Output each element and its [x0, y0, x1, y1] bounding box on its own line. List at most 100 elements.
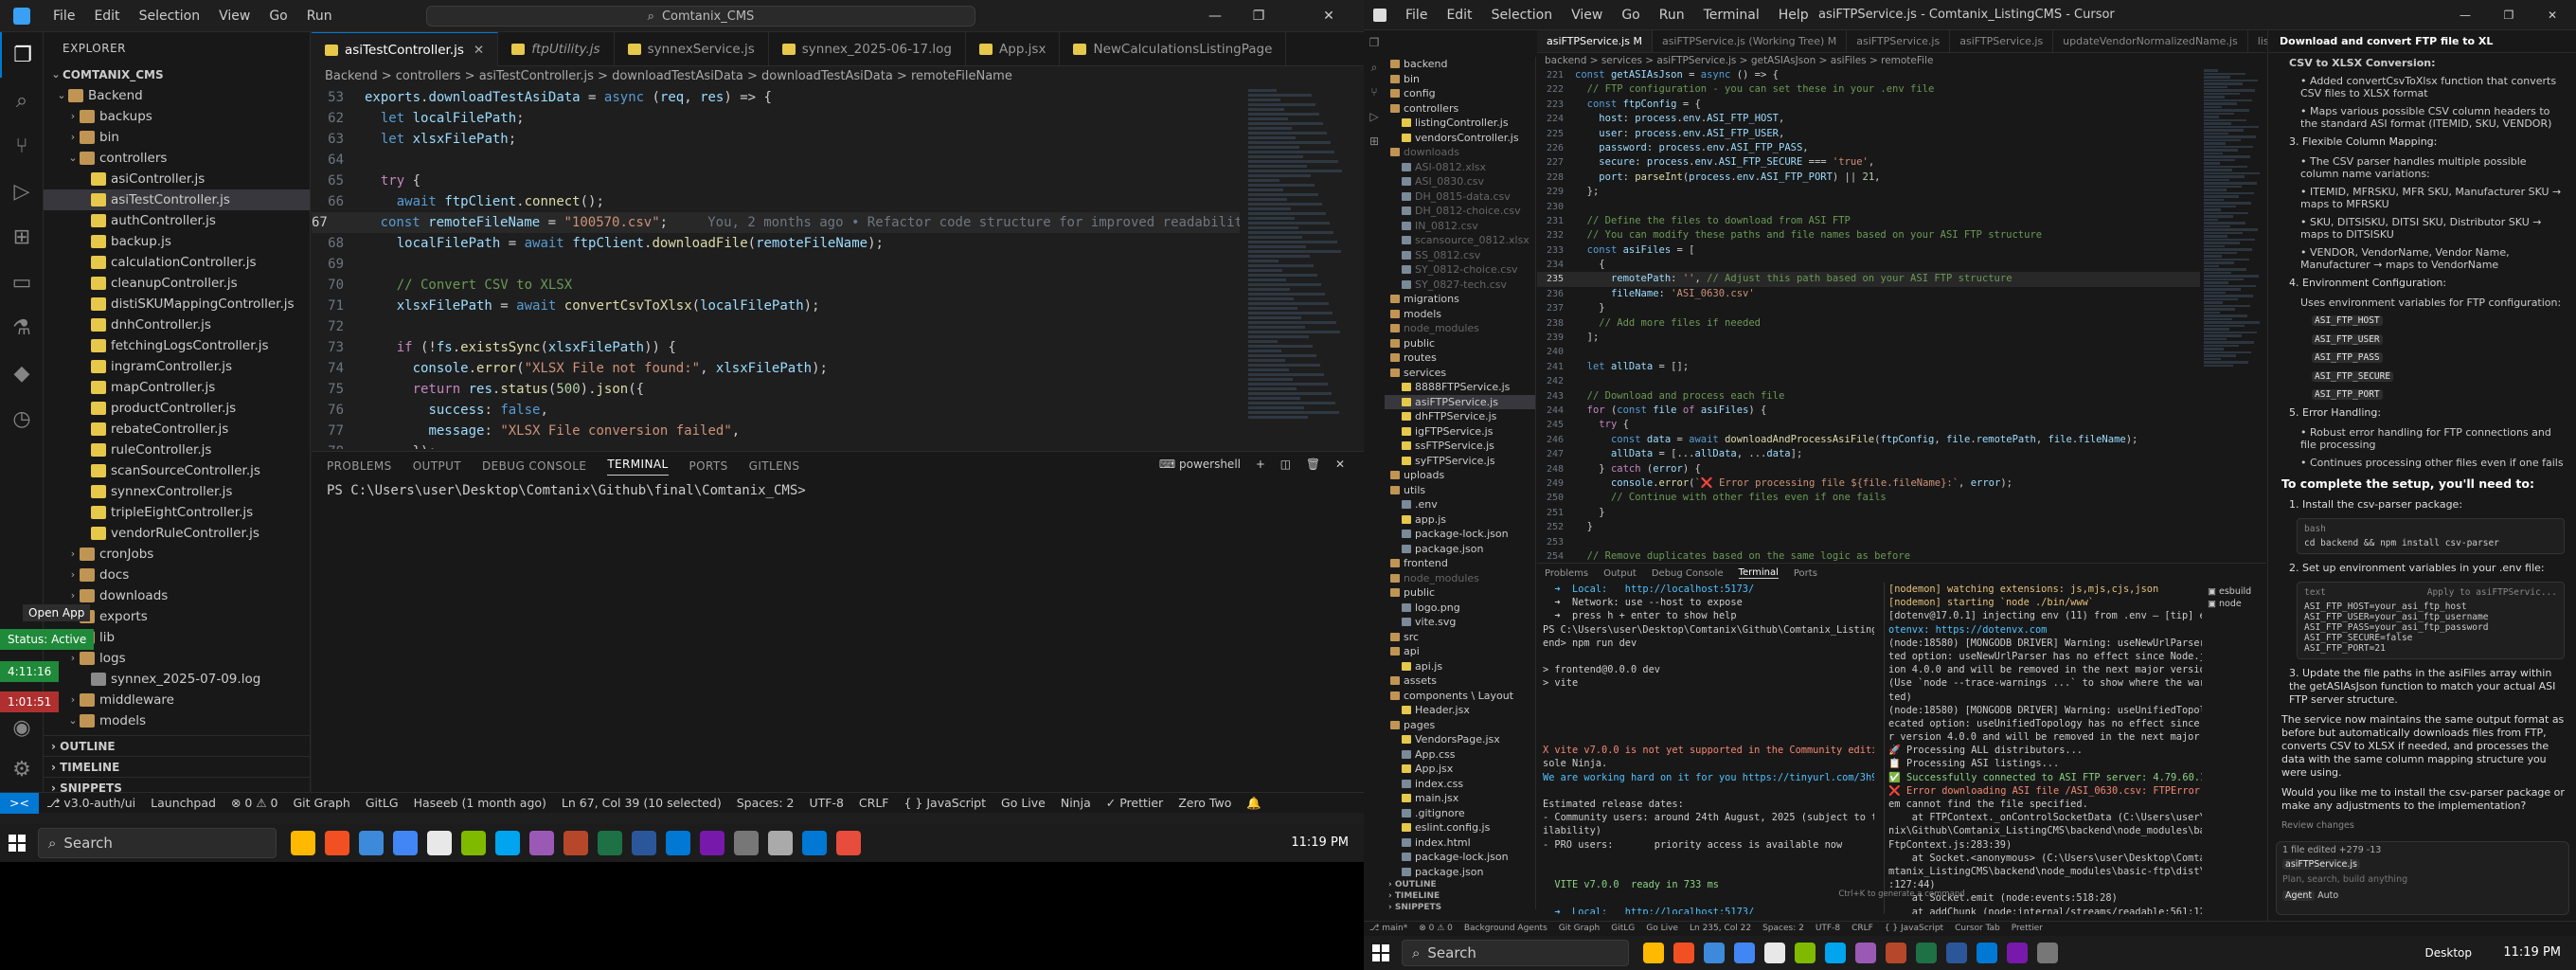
taskbar-app-icon[interactable] — [359, 831, 384, 855]
file-item[interactable]: ruleController.js — [44, 440, 310, 460]
menu-edit[interactable]: Edit — [84, 9, 129, 24]
file-item[interactable]: productController.js — [44, 398, 310, 419]
cursor-position[interactable]: Ln 67, Col 39 (10 selected) — [554, 796, 729, 810]
settings-gear-icon[interactable]: ⚙ — [0, 746, 44, 792]
terminal-left[interactable]: ➜ Local: http://localhost:5173/ ➜ Networ… — [1543, 583, 1874, 914]
status-item[interactable]: Prettier — [2006, 924, 2048, 933]
minimize-icon[interactable]: — — [2443, 0, 2487, 30]
panel-tab-debug-console[interactable]: Debug Console — [1652, 568, 1724, 579]
file-item[interactable]: authController.js — [44, 210, 310, 231]
file-item[interactable]: index.css — [1385, 777, 1535, 792]
file-item[interactable]: fetchingLogsController.js — [44, 335, 310, 356]
menu-run[interactable]: Run — [297, 9, 342, 24]
status-item[interactable]: CRLF — [1846, 924, 1879, 933]
folder-item[interactable]: pages — [1385, 718, 1535, 733]
file-item[interactable]: calculationController.js — [44, 252, 310, 273]
file-item[interactable]: rebateController.js — [44, 419, 310, 440]
file-item[interactable]: mapController.js — [44, 377, 310, 398]
folder-item[interactable]: src — [1385, 630, 1535, 645]
taskbar-app-icon[interactable] — [836, 831, 861, 855]
taskbar-app-icon[interactable] — [2007, 943, 2028, 963]
status-item[interactable]: GitLG — [1605, 924, 1640, 933]
windows-start-icon[interactable] — [1364, 934, 1398, 970]
file-item[interactable]: SS_0812.csv — [1385, 248, 1535, 263]
chat-input[interactable]: Plan, search, build anything — [2277, 871, 2568, 889]
source-control-icon[interactable]: ⑂ — [0, 123, 44, 169]
terminal-session[interactable]: ▣ node — [2208, 599, 2264, 611]
folder-item[interactable]: migrations — [1385, 292, 1535, 307]
menu-terminal[interactable]: Terminal — [1694, 8, 1769, 23]
file-item[interactable]: package.json — [1385, 865, 1535, 880]
folder-item[interactable]: bin — [1385, 72, 1535, 87]
editor-tab[interactable]: synnex_2025-06-17.log — [769, 32, 967, 66]
file-item[interactable]: DH_0815-data.csv — [1385, 189, 1535, 205]
menu-view[interactable]: View — [209, 9, 259, 24]
file-item[interactable]: synnexController.js — [44, 481, 310, 502]
close-icon[interactable]: ✕ — [2531, 0, 2574, 30]
taskbar-app-icon[interactable] — [2037, 943, 2058, 963]
file-item[interactable]: cleanupController.js — [44, 273, 310, 294]
minimize-icon[interactable]: — — [1193, 0, 1237, 32]
file-chip[interactable]: asiFTPService.js — [2282, 859, 2360, 870]
folder-item[interactable]: frontend — [1385, 556, 1535, 571]
file-item[interactable]: vendorsController.js — [1385, 131, 1535, 146]
remote-explorer-icon[interactable]: ▭ — [0, 260, 44, 305]
taskbar-app-icon[interactable] — [393, 831, 418, 855]
folder-item[interactable]: public — [1385, 336, 1535, 351]
folder-item[interactable]: node_modules — [1385, 321, 1535, 336]
panel-tab-debug-console[interactable]: DEBUG CONSOLE — [482, 459, 586, 473]
folder-item[interactable]: config — [1385, 86, 1535, 101]
editor-tab[interactable]: asiFTPService.js (Working Tree) M — [1653, 30, 1848, 52]
taskbar-app-icon[interactable] — [1673, 943, 1694, 963]
editor-tab[interactable]: asiTestController.js ✕ — [312, 32, 499, 66]
folder-item[interactable]: assets — [1385, 674, 1535, 689]
editor-tab[interactable]: synnexService.js — [615, 32, 769, 66]
editor-tab[interactable]: asiFTPService.js — [1847, 30, 1951, 52]
plus-icon[interactable]: + — [1256, 458, 1265, 471]
taskbar-app-icon[interactable] — [291, 831, 315, 855]
taskbar-app-icon[interactable] — [325, 831, 349, 855]
file-item[interactable]: synnex_2025-07-09.log — [44, 669, 310, 690]
extensions-icon[interactable]: ⊞ — [0, 214, 44, 260]
menu-view[interactable]: View — [1562, 8, 1612, 23]
file-item[interactable]: app.js — [1385, 512, 1535, 528]
file-item[interactable]: index.html — [1385, 835, 1535, 851]
ninja[interactable]: Ninja — [1053, 796, 1099, 810]
chat-header[interactable]: Download and convert FTP file to XL — [2268, 30, 2576, 53]
sidebar-section-timeline[interactable]: › TIMELINE — [44, 756, 310, 777]
file-item[interactable]: package-lock.json — [1385, 527, 1535, 542]
status-item[interactable]: Background Agents — [1458, 924, 1553, 933]
sidebar-section-snippets[interactable]: › SNIPPETS — [1385, 902, 1535, 913]
timeline-icon[interactable]: ◷ — [0, 396, 44, 441]
file-item[interactable]: vite.svg — [1385, 615, 1535, 630]
folder-item[interactable]: public — [1385, 585, 1535, 601]
run-debug-icon[interactable]: ▷ — [1364, 104, 1385, 129]
file-item[interactable]: VendorsPage.jsx — [1385, 732, 1535, 747]
panel-tab-output[interactable]: OUTPUT — [413, 459, 461, 473]
file-item[interactable]: asiController.js — [44, 169, 310, 189]
testing-icon[interactable]: ⚗ — [0, 305, 44, 350]
file-item[interactable]: scanSourceController.js — [44, 460, 310, 481]
close-tab-icon[interactable]: ✕ — [474, 43, 484, 58]
taskbar-search[interactable]: ⌕ Search — [1402, 940, 1629, 966]
folder-item[interactable]: › middleware — [44, 690, 310, 710]
bell-icon[interactable]: 🔔 — [1239, 796, 1269, 811]
taskbar-app-icon[interactable] — [734, 831, 759, 855]
taskbar-app-icon[interactable] — [632, 831, 656, 855]
sidebar-section-timeline[interactable]: › TIMELINE — [1385, 890, 1535, 902]
folder-item[interactable]: › downloads — [44, 585, 310, 606]
breadcrumb[interactable]: backend > services > asiFTPService.js > … — [1537, 53, 2266, 68]
status-item[interactable]: Cursor Tab — [1949, 924, 2006, 933]
language-mode[interactable]: { } JavaScript — [897, 796, 994, 810]
panel-tab-problems[interactable]: PROBLEMS — [327, 459, 392, 473]
file-item[interactable]: listingController.js — [1385, 116, 1535, 131]
folder-item[interactable]: controllers — [1385, 101, 1535, 117]
editor-tab[interactable]: App.jsx — [966, 32, 1061, 66]
panel-tab-terminal[interactable]: TERMINAL — [607, 458, 669, 476]
folder-item[interactable]: › backups — [44, 106, 310, 127]
file-item[interactable]: App.css — [1385, 747, 1535, 763]
terminal-right[interactable]: [nodemon] watching extensions: js,mjs,cj… — [1884, 583, 2202, 914]
file-item[interactable]: DH_0812-choice.csv — [1385, 204, 1535, 219]
prettier[interactable]: ✓ Prettier — [1099, 796, 1171, 810]
file-item[interactable]: dnhController.js — [44, 314, 310, 335]
